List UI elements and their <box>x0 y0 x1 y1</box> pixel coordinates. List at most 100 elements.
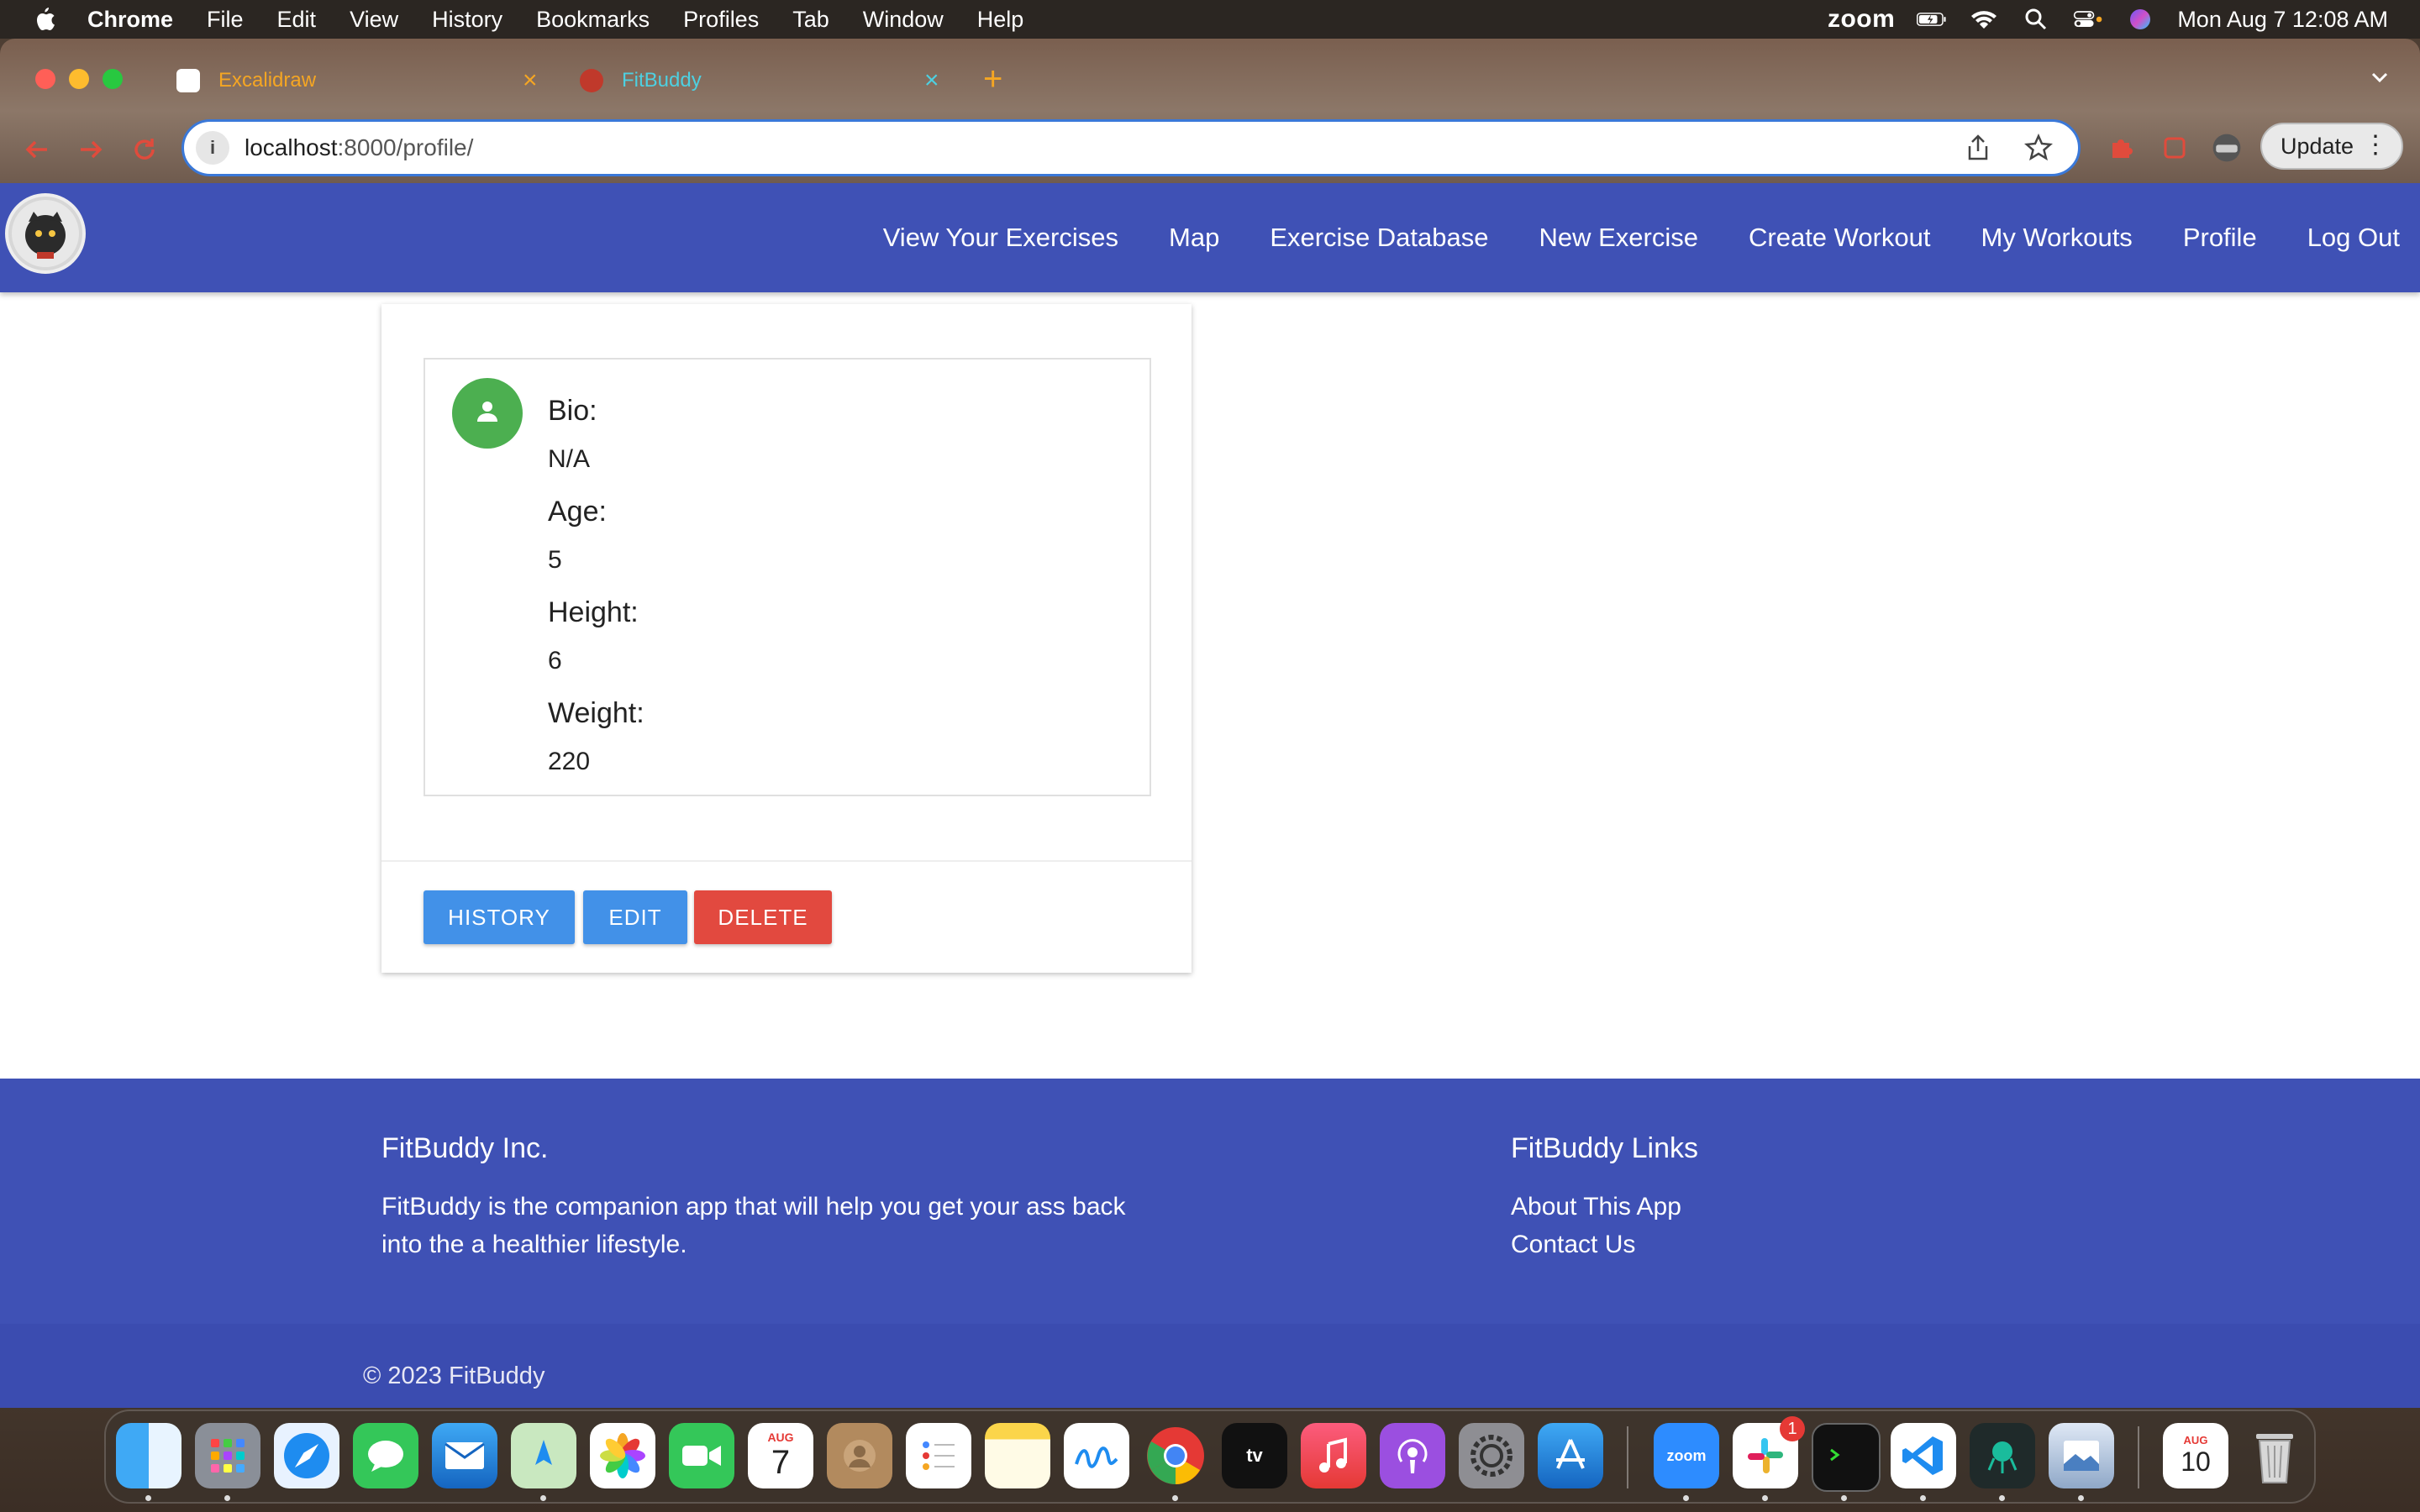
trash-icon[interactable] <box>2242 1423 2307 1488</box>
chrome-icon[interactable] <box>1143 1423 1208 1488</box>
nav-view-exercises[interactable]: View Your Exercises <box>883 223 1118 253</box>
nav-profile[interactable]: Profile <box>2183 223 2257 253</box>
spotlight-search-icon[interactable] <box>2021 7 2051 32</box>
menu-bookmarks[interactable]: Bookmarks <box>536 7 650 33</box>
terminal-icon[interactable] <box>1812 1423 1881 1492</box>
main-nav-links: View Your Exercises Map Exercise Databas… <box>833 183 2400 292</box>
menu-help[interactable]: Help <box>977 7 1024 33</box>
close-window-button[interactable] <box>35 69 55 89</box>
maximize-window-button[interactable] <box>103 69 123 89</box>
zoom-label: zoom <box>1666 1446 1707 1464</box>
zoom-app-icon[interactable]: zoom <box>1654 1423 1719 1488</box>
zoom-status-item[interactable]: zoom <box>1828 5 1895 34</box>
menu-window[interactable]: Window <box>863 7 944 33</box>
person-icon <box>475 399 500 428</box>
profile-avatar-icon[interactable] <box>2210 131 2244 165</box>
menu-file[interactable]: File <box>207 7 244 33</box>
nav-log-out[interactable]: Log Out <box>2307 223 2400 253</box>
app-store-icon[interactable] <box>1538 1423 1603 1488</box>
battery-icon[interactable] <box>1917 7 1947 32</box>
photos-icon[interactable] <box>590 1423 655 1488</box>
bio-value: N/A <box>548 445 591 473</box>
address-bar-url[interactable]: localhost:8000/profile/ <box>245 134 473 161</box>
widget-day: 10 <box>2181 1446 2211 1477</box>
back-arrow-icon[interactable] <box>20 133 54 166</box>
tab-title: Excalidraw <box>218 69 317 92</box>
menu-tab[interactable]: Tab <box>792 7 829 33</box>
footer-link-contact[interactable]: Contact Us <box>1511 1231 1635 1259</box>
menu-history[interactable]: History <box>432 7 502 33</box>
safari-icon[interactable] <box>274 1423 339 1488</box>
nav-my-workouts[interactable]: My Workouts <box>1981 223 2133 253</box>
mail-icon[interactable] <box>432 1423 497 1488</box>
facetime-icon[interactable] <box>669 1423 734 1488</box>
tab-fitbuddy[interactable]: FitBuddy × <box>580 64 950 97</box>
history-button[interactable]: HISTORY <box>424 890 575 944</box>
finder-icon[interactable] <box>116 1423 182 1488</box>
footer-company-title: FitBuddy Inc. <box>381 1132 549 1164</box>
footer-link-about[interactable]: About This App <box>1511 1193 1681 1221</box>
reminders-icon[interactable] <box>906 1423 971 1488</box>
running-indicator <box>1762 1495 1768 1501</box>
control-center-icon[interactable] <box>2073 7 2103 32</box>
menu-app-name[interactable]: Chrome <box>87 7 173 33</box>
address-bar[interactable]: i localhost:8000/profile/ <box>182 119 2081 176</box>
tab-close-icon[interactable]: × <box>924 66 939 95</box>
preview-icon[interactable] <box>2049 1423 2114 1488</box>
site-info-icon[interactable]: i <box>196 131 229 165</box>
chrome-update-button[interactable]: Update ⋮ <box>2260 123 2403 170</box>
dock-separator <box>2138 1426 2139 1488</box>
nav-create-workout[interactable]: Create Workout <box>1749 223 1931 253</box>
calendar-widget-icon[interactable]: AUG 10 <box>2163 1423 2228 1488</box>
contacts-icon[interactable] <box>827 1423 892 1488</box>
menu-view[interactable]: View <box>350 7 398 33</box>
update-label: Update <box>2281 133 2354 159</box>
fitbuddy-logo[interactable] <box>5 193 86 274</box>
menu-profiles[interactable]: Profiles <box>683 7 759 33</box>
height-label: Height: <box>548 596 639 628</box>
more-options-icon[interactable]: ⋮ <box>2363 133 2388 158</box>
minimize-window-button[interactable] <box>69 69 89 89</box>
siri-icon[interactable] <box>2125 7 2155 32</box>
running-indicator <box>2078 1495 2084 1501</box>
tab-title: FitBuddy <box>622 69 702 92</box>
slack-icon[interactable]: 1 <box>1733 1416 1805 1488</box>
maps-icon[interactable] <box>511 1423 576 1488</box>
running-indicator <box>1841 1495 1847 1501</box>
tab-close-icon[interactable]: × <box>523 66 538 95</box>
freeform-icon[interactable] <box>1064 1423 1129 1488</box>
share-icon[interactable] <box>1965 134 1991 166</box>
running-indicator <box>1172 1495 1178 1501</box>
new-tab-plus-icon[interactable]: + <box>983 60 1002 98</box>
reload-icon[interactable] <box>128 133 161 166</box>
apple-icon[interactable] <box>32 6 59 33</box>
footer-company-text-2: into the a healthier lifestyle. <box>381 1231 687 1258</box>
extension-puzzle-icon[interactable] <box>2104 131 2138 165</box>
bookmark-star-icon[interactable] <box>2023 133 2054 166</box>
music-icon[interactable] <box>1301 1423 1366 1488</box>
menubar-clock[interactable]: Mon Aug 7 12:08 AM <box>2177 7 2388 33</box>
nav-exercise-database[interactable]: Exercise Database <box>1270 223 1488 253</box>
vscode-icon[interactable] <box>1891 1423 1956 1488</box>
calendar-icon[interactable]: AUG 7 <box>748 1423 813 1488</box>
edit-button[interactable]: EDIT <box>583 890 687 944</box>
launchpad-icon[interactable] <box>195 1423 260 1488</box>
tab-search-chevron-icon[interactable] <box>2368 66 2391 89</box>
system-settings-icon[interactable] <box>1459 1423 1524 1488</box>
footer-company-text-1: FitBuddy is the companion app that will … <box>381 1193 1126 1221</box>
dock-separator <box>1627 1426 1628 1488</box>
tab-excalidraw[interactable]: Excalidraw × <box>176 64 546 97</box>
nav-new-exercise[interactable]: New Exercise <box>1539 223 1699 253</box>
forward-arrow-icon[interactable] <box>74 133 108 166</box>
wifi-icon[interactable] <box>1969 7 1999 32</box>
delete-button[interactable]: DELETE <box>694 890 832 944</box>
extension-icon[interactable] <box>2158 131 2191 165</box>
messages-icon[interactable] <box>353 1423 418 1488</box>
apple-tv-icon[interactable]: tv <box>1222 1423 1287 1488</box>
nav-map[interactable]: Map <box>1169 223 1219 253</box>
notes-icon[interactable] <box>985 1423 1050 1488</box>
podcasts-icon[interactable] <box>1380 1423 1445 1488</box>
widget-month: AUG <box>2183 1434 2208 1446</box>
menu-edit[interactable]: Edit <box>277 7 317 33</box>
gitkraken-icon[interactable] <box>1970 1423 2035 1488</box>
